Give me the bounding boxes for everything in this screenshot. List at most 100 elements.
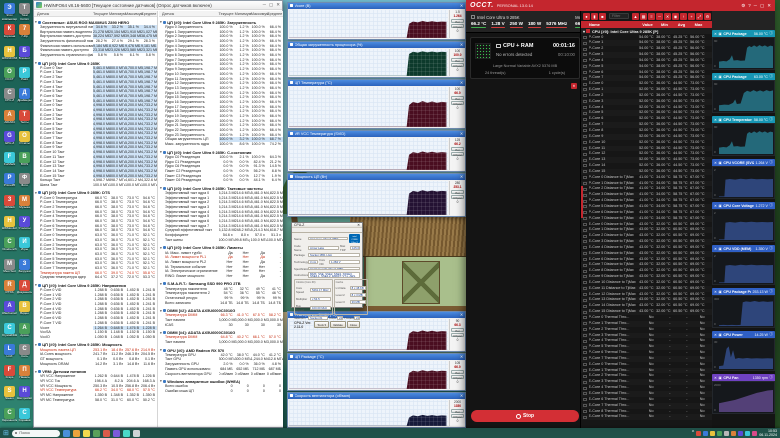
row-checkbox[interactable] — [583, 65, 587, 69]
close-icon[interactable]: ✕ — [460, 312, 463, 317]
row-checkbox[interactable] — [583, 199, 587, 203]
record-icon[interactable]: ▮ — [591, 12, 598, 20]
row-checkbox[interactable] — [583, 339, 587, 343]
row-checkbox[interactable] — [583, 129, 587, 133]
graph-window-titlebar[interactable]: Скорость вентилятора (об/мин) ✕ — [288, 393, 465, 399]
desktop-icon[interactable]: М Музыка — [17, 194, 32, 215]
taskbar-app-icon[interactable] — [122, 429, 130, 437]
maximize-icon[interactable]: ▢ — [269, 2, 273, 8]
sensor-row[interactable]: tCAS 30 30 30 30 — [159, 323, 283, 328]
desktop-icon[interactable]: В Видео — [17, 301, 32, 321]
desktop-icon[interactable]: К Корзина — [2, 24, 17, 44]
graph-header[interactable]: ✕ ▣ CPU Package Power 253.13 W ⓘ — [712, 288, 775, 295]
info-icon[interactable]: ⓘ — [769, 74, 773, 79]
graph-header[interactable]: ✕ ▣ CPU VDD (MEM) 1.350 V ⓘ — [712, 245, 775, 252]
row-checkbox[interactable] — [583, 59, 587, 63]
toolbar-icon[interactable]: + — [688, 12, 695, 20]
row-checkbox[interactable] — [583, 392, 587, 396]
row-checkbox[interactable] — [583, 211, 587, 215]
row-checkbox[interactable] — [583, 94, 587, 98]
reset-button[interactable]: Сброс — [451, 62, 464, 68]
graph-header[interactable]: ✕ ▣ CPU Temperature 58.00 °C ⓘ — [712, 116, 775, 123]
tray-chevron-icon[interactable]: ^ — [692, 430, 694, 436]
row-checkbox[interactable] — [583, 164, 587, 168]
sensor-row[interactable]: Такт шины 100.0 МГц 99.8 МГц 100.0 МГц 1… — [159, 238, 283, 243]
reset-button[interactable]: Сброс — [451, 332, 464, 338]
graph-window-titlebar[interactable]: Vcore (В) ✕ — [288, 3, 465, 9]
row-checkbox[interactable] — [583, 222, 587, 226]
reset-button[interactable]: Сброс — [451, 374, 464, 380]
tray-icon[interactable] — [696, 430, 702, 436]
desktop-icon[interactable]: C CrystalDisk — [2, 322, 17, 343]
row-checkbox[interactable] — [583, 35, 587, 39]
desktop-icon[interactable]: C Cinebench — [2, 237, 17, 257]
log-button[interactable]: Лог — [451, 57, 464, 63]
toolbar-icon[interactable]: ↑ — [680, 12, 687, 20]
desktop-icon[interactable]: P Prime95 — [2, 173, 17, 193]
row-checkbox[interactable] — [583, 281, 587, 285]
monitor-row[interactable]: E-Core 9 Thermal Thro... No - - No — [581, 414, 712, 421]
close-icon[interactable]: ✕ — [460, 80, 463, 85]
desktop-icon[interactable]: A Afterburner — [2, 301, 17, 321]
row-checkbox[interactable] — [583, 152, 587, 156]
sensor-row[interactable]: Такт памяти 3,000.0 МГц 3,000.0 МГц 3,00… — [159, 340, 283, 345]
cpu-summary[interactable]: Intel Core Ultra 9 285K 66.2 °C 1.28 V 250… — [471, 15, 568, 29]
tray-icon[interactable] — [724, 430, 730, 436]
record-icon[interactable]: ● — [583, 12, 590, 20]
sensor-row[interactable]: Мощность DRAM 14.2 Вт 3.1 Вт 14.8 Вт 11.… — [34, 362, 157, 367]
desktop-icon[interactable]: Б Блокнот — [17, 45, 32, 66]
desktop-icon[interactable]: Д Документы — [17, 279, 32, 300]
desktop-icon[interactable]: R RTSS — [2, 279, 17, 300]
titlebar-control-icon[interactable]: ✕ — [767, 3, 771, 9]
close-icon[interactable]: ✕ — [714, 376, 717, 380]
row-checkbox[interactable] — [583, 386, 587, 390]
row-checkbox[interactable] — [583, 246, 587, 250]
row-checkbox[interactable] — [583, 363, 587, 367]
close-icon[interactable]: ✕ — [276, 2, 280, 8]
row-checkbox[interactable] — [583, 304, 587, 308]
sensor-row[interactable]: VccIO 1.050 В 1.048 В 1.052 В 1.050 В — [34, 335, 157, 340]
row-checkbox[interactable] — [583, 409, 587, 413]
row-checkbox[interactable] — [583, 345, 587, 349]
desktop-icon[interactable]: С Сеть — [17, 343, 32, 364]
sensor-row[interactable]: Ошибки кэша ЦП 0 0 0 0 — [159, 389, 283, 394]
row-checkbox[interactable] — [583, 135, 587, 139]
row-checkbox[interactable] — [583, 82, 587, 86]
desktop-icon[interactable]: Ф Фото — [17, 173, 32, 193]
graph-header[interactable]: ✕ ▣ CPU Fan 1350 rpm ⓘ — [712, 374, 775, 381]
desktop-icon[interactable]: F Fraps — [2, 365, 17, 385]
row-checkbox[interactable] — [583, 275, 587, 279]
info-icon[interactable]: ⓘ — [769, 203, 773, 208]
row-checkbox[interactable] — [583, 228, 587, 232]
row-checkbox[interactable] — [583, 374, 587, 378]
log-button[interactable]: Лог — [451, 369, 464, 375]
desktop-icon[interactable]: П Панель — [17, 365, 32, 385]
row-checkbox[interactable] — [583, 176, 587, 180]
desktop-icon[interactable]: 3 3DMark — [2, 194, 17, 215]
row-checkbox[interactable] — [583, 88, 587, 92]
desktop-icon[interactable]: З Загрузки — [17, 258, 32, 279]
row-checkbox[interactable] — [583, 298, 587, 302]
close-icon[interactable]: ✕ — [460, 42, 463, 47]
sensor-row[interactable]: VR MC Температура 58.0 °C 31.0 °C 60.0 °… — [34, 398, 157, 403]
row-checkbox[interactable] — [583, 398, 587, 402]
desktop-icon[interactable]: И Игры — [17, 237, 32, 257]
tray-icon[interactable] — [703, 430, 709, 436]
row-checkbox[interactable] — [583, 193, 587, 197]
toolbar-icon[interactable]: ≡ — [648, 12, 655, 20]
row-checkbox[interactable] — [583, 158, 587, 162]
taskbar-app-icon[interactable] — [82, 429, 90, 437]
close-icon[interactable]: ✕ — [714, 290, 717, 294]
close-button[interactable]: Close — [346, 321, 360, 329]
taskbar-clock[interactable]: 10:53 06.11.2024 — [759, 429, 777, 437]
taskbar-app-icon[interactable] — [92, 429, 100, 437]
desktop-icon[interactable]: C CPU-Z — [2, 88, 17, 108]
sensor-row[interactable]: Загруженность страничного файла 5.8 % 5.… — [34, 53, 157, 58]
tray-icon[interactable] — [717, 430, 723, 436]
desktop-icon[interactable]: О Отчёты — [17, 130, 32, 151]
desktop-icon[interactable]: H HWMonitor — [2, 216, 17, 236]
row-checkbox[interactable] — [583, 415, 587, 419]
taskbar-app-icon[interactable] — [132, 429, 140, 437]
row-checkbox[interactable] — [583, 76, 587, 80]
graph-window-titlebar[interactable]: ЦП Температура (°C) ✕ — [288, 80, 465, 86]
